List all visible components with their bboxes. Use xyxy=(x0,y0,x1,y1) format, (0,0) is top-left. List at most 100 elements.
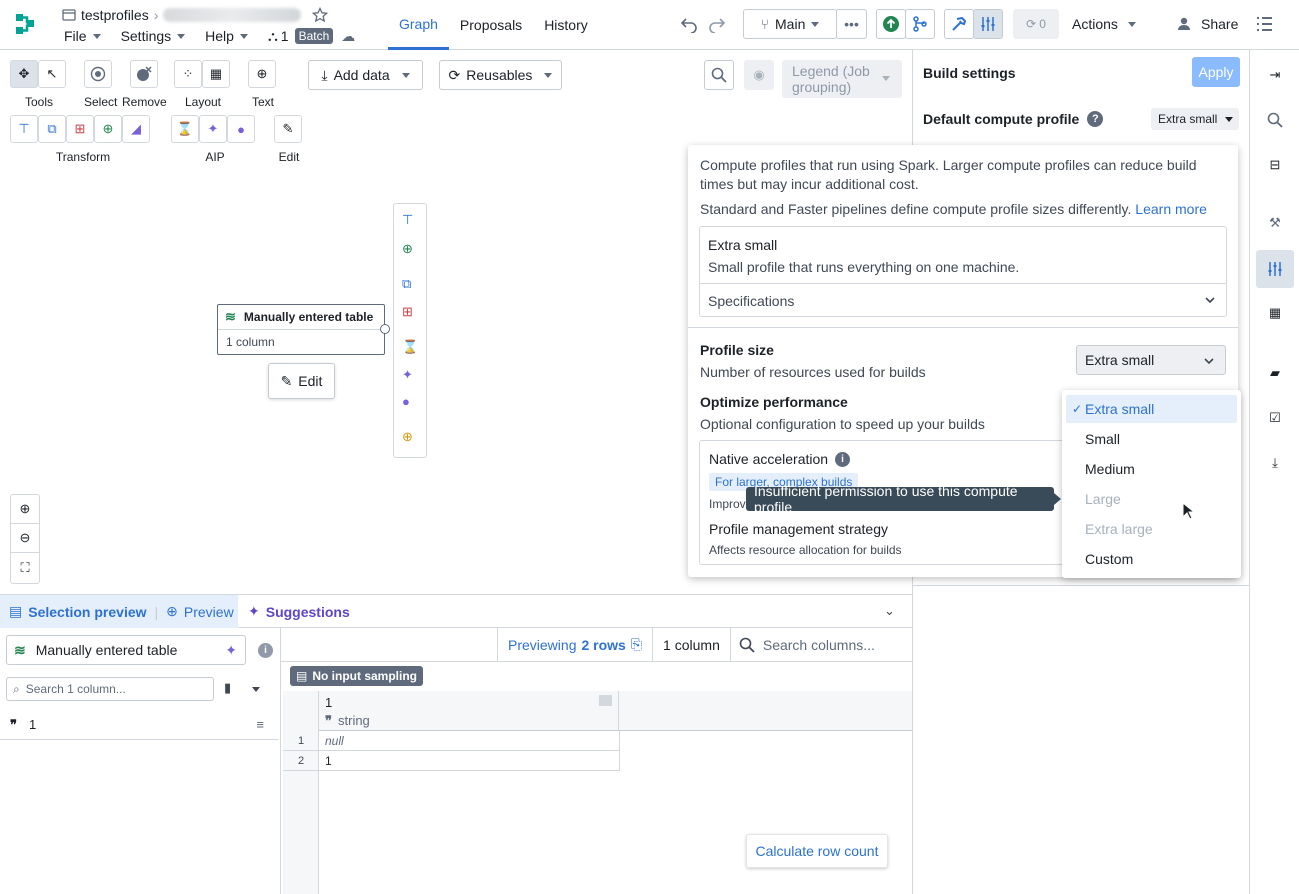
model-icon[interactable]: ⌛ xyxy=(171,115,199,143)
auto-layout-icon[interactable]: ⁘ xyxy=(174,60,202,88)
default-profile-select[interactable]: Extra small xyxy=(1151,108,1239,130)
collapse-panel-icon[interactable]: ⌄ xyxy=(884,603,895,619)
sparkle-icon[interactable]: ✦ xyxy=(199,115,227,143)
search-columns-input[interactable]: Search columns... xyxy=(729,628,912,661)
clipboard-icon[interactable]: ▮ xyxy=(224,680,231,696)
build-settings-button[interactable] xyxy=(973,9,1003,39)
redo-icon[interactable] xyxy=(708,15,726,33)
undo-icon[interactable] xyxy=(680,15,698,33)
lightbulb-icon[interactable]: ● xyxy=(227,115,255,143)
remove-icon[interactable] xyxy=(130,60,158,88)
pointer-tool-icon[interactable]: ↖ xyxy=(38,60,66,88)
menu-help[interactable]: Help xyxy=(205,28,248,44)
grid-layout-icon[interactable]: ▦ xyxy=(202,60,230,88)
branch-count[interactable]: ⛬ 1 xyxy=(268,28,289,45)
search-canvas-button[interactable] xyxy=(704,60,734,90)
redacted-filename xyxy=(163,8,302,22)
previewing-rows[interactable]: Previewing 2 rows ⎘ xyxy=(498,628,652,661)
column-header[interactable]: 1 ❞ string xyxy=(319,691,619,731)
dataset-info-icon[interactable]: i xyxy=(258,643,273,658)
chart-area-icon[interactable]: ◢ xyxy=(122,115,150,143)
table-row[interactable]: 1 null xyxy=(283,731,620,751)
refresh-rows-icon: ⎘ xyxy=(630,636,643,652)
add-column-icon[interactable]: ⊞ xyxy=(402,304,413,320)
mouse-cursor-icon xyxy=(1182,502,1194,520)
model-icon[interactable]: ⌛ xyxy=(402,339,418,355)
download-icon[interactable]: ⤓ xyxy=(1264,452,1286,474)
sync-button[interactable]: ⟳ 0 xyxy=(1013,9,1059,39)
merge-button[interactable] xyxy=(905,9,935,39)
sparkle-icon[interactable]: ✦ xyxy=(402,367,413,383)
join-icon[interactable]: ⧉ xyxy=(402,276,411,292)
zoom-out-icon[interactable]: ⊖ xyxy=(11,524,39,553)
tab-selection-preview[interactable]: ▤ Selection preview | ⊕ Preview xyxy=(0,595,238,628)
star-icon[interactable] xyxy=(312,7,329,23)
filter-icon[interactable] xyxy=(599,695,612,706)
menu-settings[interactable]: Settings xyxy=(121,28,186,44)
build-settings-icon[interactable] xyxy=(1264,258,1286,280)
lightbulb-icon[interactable]: ● xyxy=(402,394,410,409)
fit-view-icon[interactable]: ⛶ xyxy=(11,553,39,582)
add-circle-icon[interactable]: ⊕ xyxy=(402,429,413,445)
table-row[interactable]: 2 1 xyxy=(283,751,620,771)
node-edit-button[interactable]: ✎ Edit xyxy=(268,363,335,399)
specifications-toggle[interactable]: Specifications xyxy=(700,283,1226,317)
build-hammer-button[interactable] xyxy=(944,9,974,39)
menu-file[interactable]: File xyxy=(64,28,101,44)
dataset-selector[interactable]: ≋ Manually entered table ✦ xyxy=(6,635,246,665)
column-list-item[interactable]: ❞ 1 ≡ xyxy=(0,710,278,740)
mode-badge[interactable]: Batch xyxy=(294,28,334,44)
sort-icon[interactable]: ≡ xyxy=(256,717,264,732)
transform-icon[interactable]: ⊤ xyxy=(10,115,38,143)
option-medium[interactable]: Medium xyxy=(1066,455,1237,483)
pivot-icon[interactable]: ⊕ xyxy=(402,241,413,257)
actions-menu[interactable]: Actions xyxy=(1072,16,1136,32)
option-extra-small[interactable]: ✓ Extra small xyxy=(1066,395,1237,423)
reusables-button[interactable]: ⟳ Reusables xyxy=(439,60,562,90)
add-data-button[interactable]: ⤓ Add data xyxy=(308,60,423,90)
sparkle-icon[interactable]: ✦ xyxy=(225,642,237,659)
share-button[interactable]: Share xyxy=(1177,16,1238,32)
checklist-icon[interactable]: ☑ xyxy=(1264,407,1286,429)
add-text-icon[interactable]: ⊕ xyxy=(248,60,276,88)
pan-tool-icon[interactable]: ✥ xyxy=(10,60,38,88)
more-options-button[interactable]: ••• xyxy=(836,9,867,39)
tab-suggestions[interactable]: ✦ Suggestions xyxy=(240,595,350,628)
compare-icon[interactable]: ⊟ xyxy=(1264,154,1286,176)
learn-more-link[interactable]: Learn more xyxy=(1135,201,1207,217)
folder-open-icon[interactable]: ▰ xyxy=(1264,362,1286,384)
list-menu-icon[interactable] xyxy=(1256,16,1273,32)
help-icon[interactable]: ? xyxy=(1087,111,1104,127)
zoom-in-icon[interactable]: ⊕ xyxy=(11,495,39,524)
option-custom[interactable]: Custom xyxy=(1066,545,1237,573)
app-logo-icon[interactable] xyxy=(10,8,40,40)
calendar-icon[interactable]: ▦ xyxy=(1264,302,1286,324)
option-small[interactable]: Small xyxy=(1066,425,1237,453)
branch-selector[interactable]: ⑂ Main xyxy=(743,9,837,39)
calculate-row-count-button[interactable]: Calculate row count xyxy=(746,834,888,868)
tab-history[interactable]: History xyxy=(533,0,599,50)
deploy-button[interactable] xyxy=(876,9,906,39)
pivot-icon[interactable]: ⊕ xyxy=(94,115,122,143)
column-search-input[interactable]: ⌕ Search 1 column... xyxy=(6,677,214,701)
join-icon[interactable]: ⧉ xyxy=(38,115,66,143)
dataset-node[interactable]: ≋ Manually entered table 1 column xyxy=(217,304,390,355)
remove-label: Remove xyxy=(122,95,167,109)
legend-button[interactable]: Legend (Job grouping) xyxy=(782,60,902,98)
pencil-icon[interactable]: ✎ xyxy=(274,115,302,143)
hammer-icon[interactable]: ⚒ xyxy=(1264,212,1286,234)
apply-button[interactable]: Apply xyxy=(1192,57,1240,87)
search-icon[interactable] xyxy=(1264,109,1286,131)
node-output-port[interactable] xyxy=(380,324,390,334)
exit-panel-icon[interactable]: ⇥ xyxy=(1264,64,1286,86)
profile-size-select[interactable]: Extra small xyxy=(1076,345,1226,375)
eye-toggle-icon[interactable]: ◉ xyxy=(744,60,774,90)
add-column-icon[interactable]: ⊞ xyxy=(66,115,94,143)
info-icon[interactable]: i xyxy=(835,451,851,467)
select-target-icon[interactable] xyxy=(84,60,112,88)
tab-proposals[interactable]: Proposals xyxy=(449,0,533,50)
tab-graph[interactable]: Graph xyxy=(388,0,449,50)
project-name[interactable]: testprofiles xyxy=(81,7,149,23)
clipboard-dropdown-icon[interactable] xyxy=(252,687,260,692)
transform-icon[interactable]: ⊤ xyxy=(402,212,413,228)
